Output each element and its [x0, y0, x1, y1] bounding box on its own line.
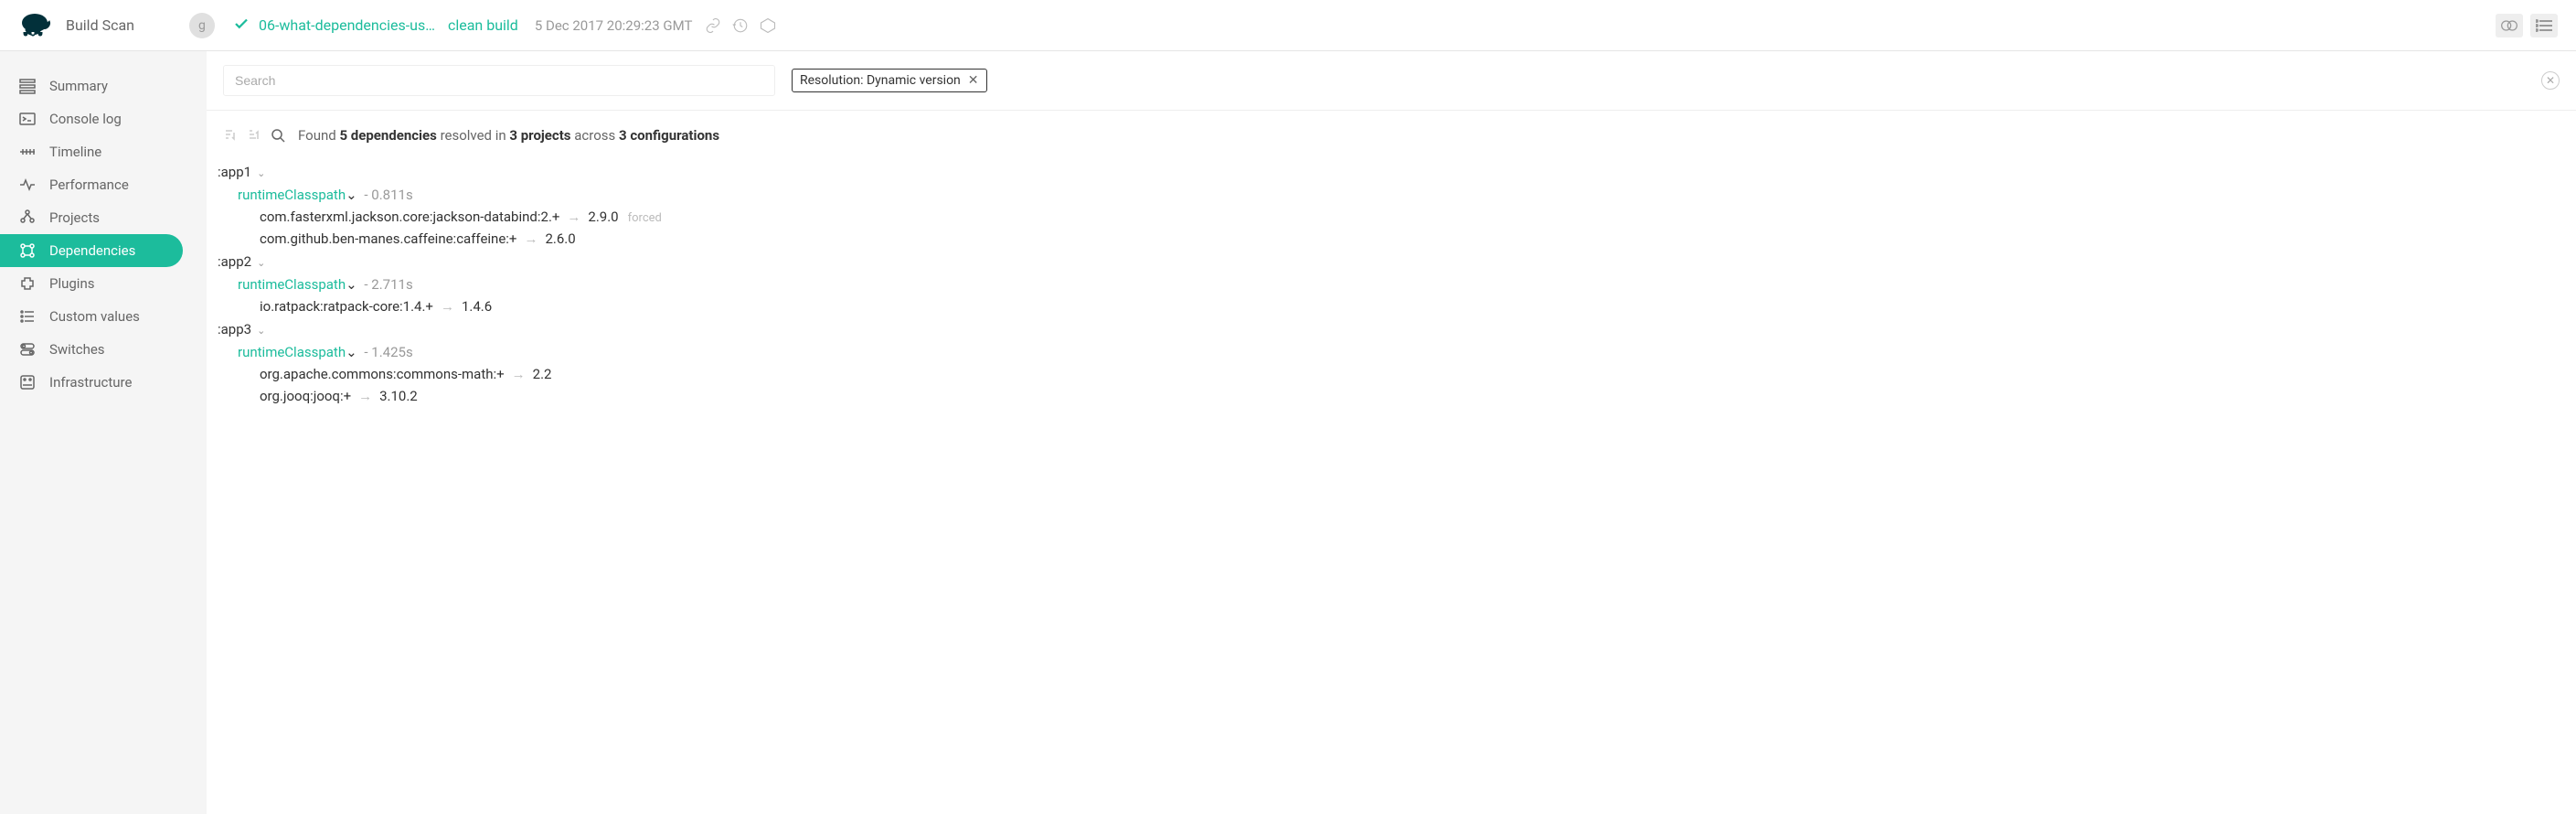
search-bar: Resolution: Dynamic version✕ ✕ — [207, 51, 2576, 111]
custom-values-icon — [18, 307, 37, 326]
sidebar-item-plugins[interactable]: Plugins — [0, 267, 207, 300]
dependency-row[interactable]: org.apache.commons:commons-math:+ → 2.2 — [260, 363, 2565, 385]
header: Build Scan g 06-what-dependencies-us… cl… — [0, 0, 2576, 51]
dep-resolved: 1.4.6 — [462, 298, 492, 315]
dep-requested: com.github.ben-manes.caffeine:caffeine:+ — [260, 230, 516, 247]
chevron-down-icon[interactable]: ⌄ — [346, 187, 357, 203]
sidebar-item-dependencies[interactable]: Dependencies — [0, 234, 183, 267]
project-name: :app1 — [218, 164, 251, 180]
search-icon[interactable] — [271, 128, 285, 143]
config-time: - 1.425s — [364, 344, 412, 360]
dep-requested: org.jooq:jooq:+ — [260, 388, 351, 404]
search-input[interactable] — [223, 65, 775, 96]
arrow-icon: → — [512, 366, 526, 382]
build-tasks[interactable]: clean build — [448, 16, 518, 34]
dependency-tree: :app1⌄runtimeClasspath⌄ - 0.811scom.fast… — [207, 153, 2576, 434]
performance-icon — [18, 176, 37, 194]
gradle-logo — [18, 12, 55, 39]
configuration-row[interactable]: runtimeClasspath⌄ - 0.811s — [238, 184, 2565, 206]
project-name[interactable]: 06-what-dependencies-us… — [259, 16, 435, 34]
dependencies-icon — [18, 241, 37, 260]
dep-resolved: 2.9.0 — [588, 209, 618, 225]
sidebar-item-console[interactable]: Console log — [0, 102, 207, 135]
sidebar-item-summary[interactable]: Summary — [0, 70, 207, 102]
header-action-icons — [705, 17, 776, 34]
dependency-row[interactable]: io.ratpack:ratpack-core:1.4.+ → 1.4.6 — [260, 295, 2565, 317]
arrow-icon: → — [358, 388, 372, 404]
plugins-icon — [18, 274, 37, 293]
user-avatar[interactable]: g — [189, 13, 215, 38]
results-summary: Found 5 dependencies resolved in 3 proje… — [298, 127, 719, 144]
link-icon[interactable] — [705, 17, 721, 34]
sidebar-item-performance[interactable]: Performance — [0, 168, 207, 201]
sidebar-item-infra[interactable]: Infrastructure — [0, 366, 207, 399]
chevron-down-icon[interactable]: ⌄ — [257, 257, 265, 269]
dep-resolved: 2.6.0 — [545, 230, 575, 247]
history-icon[interactable] — [732, 17, 749, 34]
projects-icon — [18, 209, 37, 227]
filter-remove-icon[interactable]: ✕ — [968, 73, 979, 88]
box-icon[interactable] — [760, 17, 776, 34]
clear-filters-button[interactable]: ✕ — [2541, 71, 2560, 90]
nav-label: Timeline — [49, 144, 101, 160]
dep-requested: io.ratpack:ratpack-core:1.4.+ — [260, 298, 433, 315]
list-view-button[interactable] — [2530, 14, 2558, 37]
configuration-row[interactable]: runtimeClasspath⌄ - 2.711s — [238, 273, 2565, 295]
nav-label: Summary — [49, 78, 108, 94]
sort-desc-icon[interactable] — [223, 128, 238, 143]
summary-icon — [18, 77, 37, 95]
project-row[interactable]: :app1 ⌄ — [218, 160, 2565, 184]
configuration-row[interactable]: runtimeClasspath⌄ - 1.425s — [238, 341, 2565, 363]
config-name: runtimeClasspath — [238, 344, 346, 360]
dep-resolved: 2.2 — [533, 366, 552, 382]
sidebar-item-timeline[interactable]: Timeline — [0, 135, 207, 168]
build-timestamp: 5 Dec 2017 20:29:23 GMT — [535, 17, 693, 34]
nav-label: Projects — [49, 209, 100, 226]
filter-chip-resolution[interactable]: Resolution: Dynamic version✕ — [792, 69, 987, 92]
project-name: :app3 — [218, 321, 251, 337]
nav-label: Switches — [49, 341, 105, 358]
dependency-row[interactable]: com.fasterxml.jackson.core:jackson-datab… — [260, 206, 2565, 228]
config-time: - 2.711s — [364, 276, 412, 293]
chevron-down-icon[interactable]: ⌄ — [346, 344, 357, 360]
chevron-down-icon[interactable]: ⌄ — [257, 325, 265, 337]
project-row[interactable]: :app2 ⌄ — [218, 250, 2565, 273]
config-time: - 0.811s — [364, 187, 412, 203]
sidebar-item-switches[interactable]: Switches — [0, 333, 207, 366]
sidebar: Summary Console log Timeline Performance… — [0, 51, 207, 814]
success-check-icon — [233, 16, 250, 36]
infrastructure-icon — [18, 373, 37, 391]
project-name: :app2 — [218, 253, 251, 270]
main-content: Resolution: Dynamic version✕ ✕ Found 5 d… — [207, 51, 2576, 814]
chevron-down-icon[interactable]: ⌄ — [257, 167, 265, 179]
arrow-icon: → — [567, 209, 580, 225]
timeline-icon — [18, 143, 37, 161]
nav-label: Plugins — [49, 275, 94, 292]
switches-icon — [18, 340, 37, 359]
project-row[interactable]: :app3 ⌄ — [218, 317, 2565, 341]
nav-label: Performance — [49, 177, 129, 193]
console-icon — [18, 110, 37, 128]
dependency-row[interactable]: com.github.ben-manes.caffeine:caffeine:+… — [260, 228, 2565, 250]
compare-button[interactable] — [2496, 14, 2523, 37]
config-name: runtimeClasspath — [238, 187, 346, 203]
arrow-icon: → — [441, 298, 454, 315]
sidebar-item-custom[interactable]: Custom values — [0, 300, 207, 333]
chevron-down-icon[interactable]: ⌄ — [346, 276, 357, 293]
nav-label: Console log — [49, 111, 122, 127]
arrow-icon: → — [524, 230, 538, 247]
sort-asc-icon[interactable] — [247, 128, 261, 143]
sidebar-item-projects[interactable]: Projects — [0, 201, 207, 234]
dep-requested: org.apache.commons:commons-math:+ — [260, 366, 505, 382]
dependency-row[interactable]: org.jooq:jooq:+ → 3.10.2 — [260, 385, 2565, 407]
results-toolbar: Found 5 dependencies resolved in 3 proje… — [207, 111, 2576, 153]
config-name: runtimeClasspath — [238, 276, 346, 293]
dep-requested: com.fasterxml.jackson.core:jackson-datab… — [260, 209, 559, 225]
brand-title: Build Scan — [66, 16, 134, 34]
dep-badge: forced — [628, 211, 662, 225]
dep-resolved: 3.10.2 — [379, 388, 418, 404]
nav-label: Dependencies — [49, 242, 135, 259]
nav-label: Infrastructure — [49, 374, 132, 391]
nav-label: Custom values — [49, 308, 140, 325]
